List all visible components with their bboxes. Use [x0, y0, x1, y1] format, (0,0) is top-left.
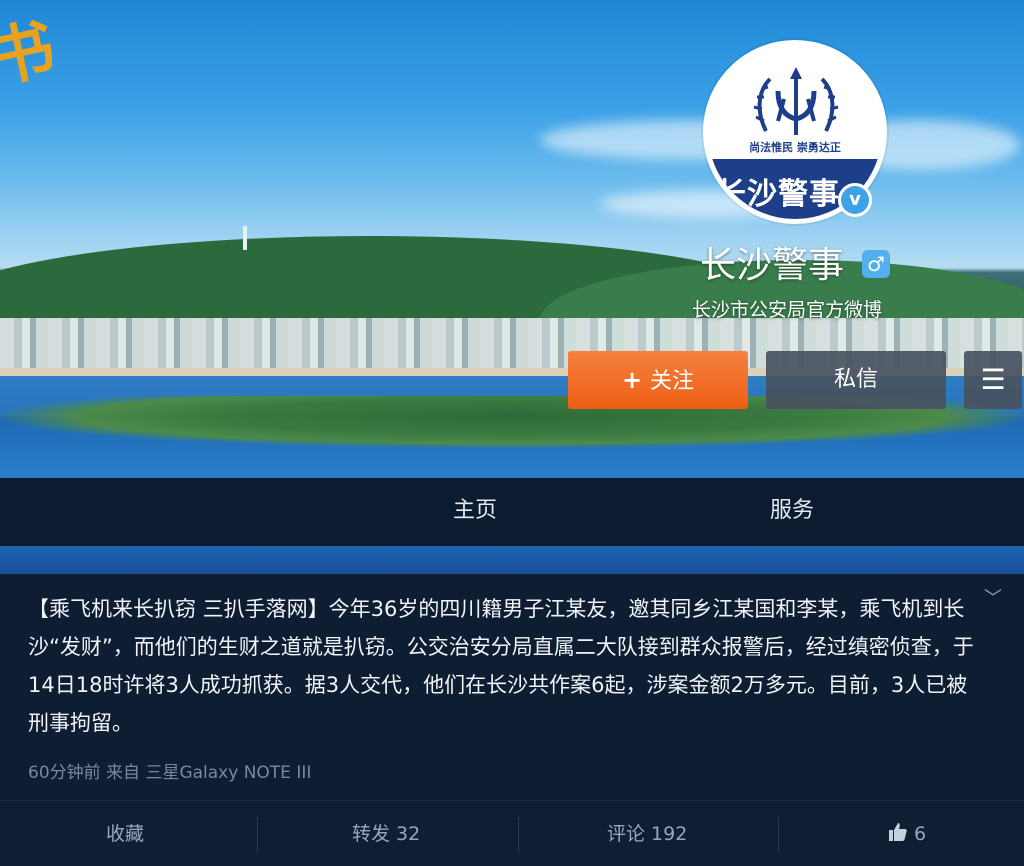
chevron-down-icon[interactable]: ﹀: [984, 584, 1012, 612]
action-divider: [518, 817, 519, 853]
follow-label: 关注: [650, 369, 695, 394]
tab-home[interactable]: 主页: [453, 478, 497, 546]
message-button[interactable]: 私信: [766, 351, 946, 409]
thumbs-up-icon: [889, 823, 907, 841]
tab-service[interactable]: 服务: [770, 478, 814, 546]
tv-tower: [243, 226, 247, 250]
action-divider: [257, 817, 258, 853]
avatar-band-text: 长沙警事: [716, 177, 840, 212]
like-count: 6: [914, 823, 927, 845]
post-action-bar: 收藏 转发 32 评论 192 6: [0, 800, 1024, 866]
hamburger-menu-icon: ☰: [980, 363, 1006, 396]
calligraphy-decoration: 书: [0, 10, 62, 98]
action-divider: [778, 817, 779, 853]
post-meta: 60分钟前 来自 三星Galaxy NOTE III: [28, 763, 312, 783]
favorite-button[interactable]: 收藏: [106, 801, 144, 866]
plus-icon: +: [621, 366, 643, 394]
profile-tab-bar: 主页 服务: [0, 478, 1024, 546]
comment-button[interactable]: 评论 192: [607, 801, 687, 866]
weibo-post[interactable]: 【乘飞机来长扒窃 三扒手落网】今年36岁的四川籍男子江某友，邀其同乡江某国和李某…: [0, 574, 1024, 800]
like-button[interactable]: 6: [888, 801, 926, 866]
menu-button[interactable]: ☰: [964, 351, 1022, 409]
follow-button[interactable]: + 关注: [568, 351, 748, 409]
divider-stripe: [0, 546, 1024, 574]
profile-description: 长沙市公安局官方微博: [692, 299, 883, 321]
post-text: 【乘飞机来长扒窃 三扒手落网】今年36岁的四川籍男子江某友，邀其同乡江某国和李某…: [28, 597, 974, 735]
male-icon: ♂: [862, 250, 890, 278]
repost-button[interactable]: 转发 32: [352, 801, 420, 866]
profile-name: 长沙警事: [700, 245, 845, 286]
verified-glyph: v: [841, 186, 869, 214]
message-label: 私信: [833, 367, 878, 392]
verified-badge-icon: v: [838, 183, 872, 217]
avatar-slogan: 尚法惟民 崇勇达正: [749, 141, 841, 154]
